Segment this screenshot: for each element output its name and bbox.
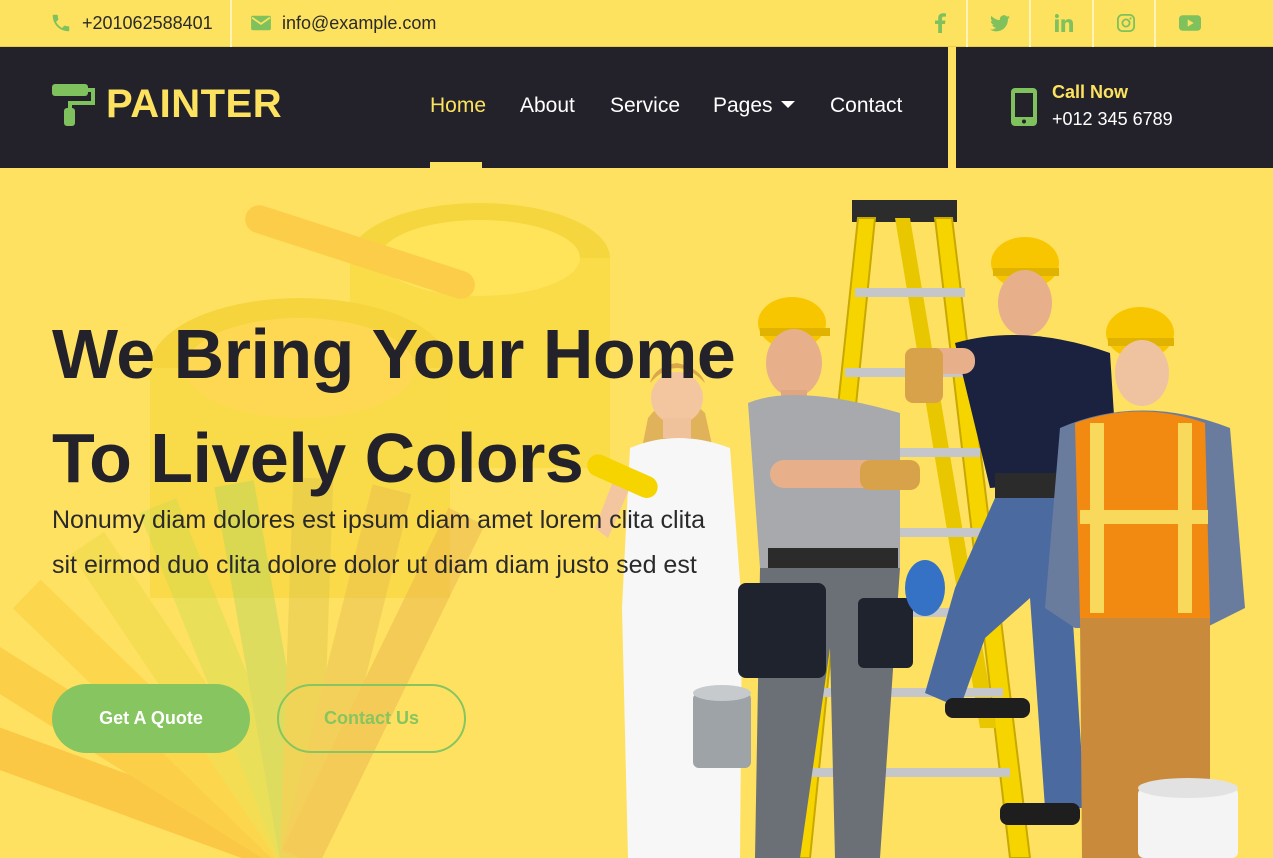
call-now-number: +012 345 6789 <box>1052 109 1173 129</box>
phone-icon <box>52 14 70 32</box>
hero-title-line-1: We Bring Your Home <box>52 315 736 393</box>
nav-contact[interactable]: Contact <box>830 94 902 118</box>
facebook-icon[interactable] <box>909 0 971 46</box>
call-now-box[interactable]: Call Now +012 345 6789 <box>956 47 1273 168</box>
top-bar: +201062588401 info@example.com <box>0 0 1273 47</box>
brand-name: PAINTER <box>106 81 283 126</box>
mobile-phone-icon <box>1011 88 1037 126</box>
contact-us-button[interactable]: Contact Us <box>277 684 466 753</box>
nav-pages-label: Pages <box>713 94 773 117</box>
divider <box>1154 0 1156 47</box>
instagram-icon[interactable] <box>1095 0 1157 46</box>
youtube-icon[interactable] <box>1159 0 1221 46</box>
divider <box>1029 0 1031 47</box>
call-now-label: Call Now <box>1052 82 1129 102</box>
caret-down-icon <box>780 100 795 108</box>
brand-logo[interactable]: PAINTER <box>50 81 282 127</box>
divider <box>1092 0 1094 47</box>
hero-description: Nonumy diam dolores est ipsum diam amet … <box>52 506 706 579</box>
divider <box>230 0 232 47</box>
email-address: info@example.com <box>282 12 437 33</box>
hero-section: We Bring Your Home To Lively Colors Nonu… <box>0 168 1273 858</box>
envelope-icon <box>251 15 271 31</box>
paint-roller-icon <box>52 84 95 126</box>
phone-contact[interactable]: +201062588401 <box>50 0 213 46</box>
nav-home[interactable]: Home <box>430 94 486 118</box>
main-navbar: PAINTER Home About Service Pages Contact <box>0 47 948 168</box>
get-a-quote-button[interactable]: Get A Quote <box>52 684 250 753</box>
hero-title: We Bring Your Home To Lively Colors <box>52 302 772 510</box>
nav-service[interactable]: Service <box>610 94 680 118</box>
twitter-icon[interactable] <box>969 0 1031 46</box>
linkedin-icon[interactable] <box>1033 0 1095 46</box>
phone-number: +201062588401 <box>82 12 213 33</box>
nav-pages-dropdown[interactable]: Pages <box>713 94 795 118</box>
hero-title-line-2: To Lively Colors <box>52 419 584 497</box>
nav-about[interactable]: About <box>520 94 575 118</box>
email-contact[interactable]: info@example.com <box>250 0 436 46</box>
divider <box>966 0 968 47</box>
